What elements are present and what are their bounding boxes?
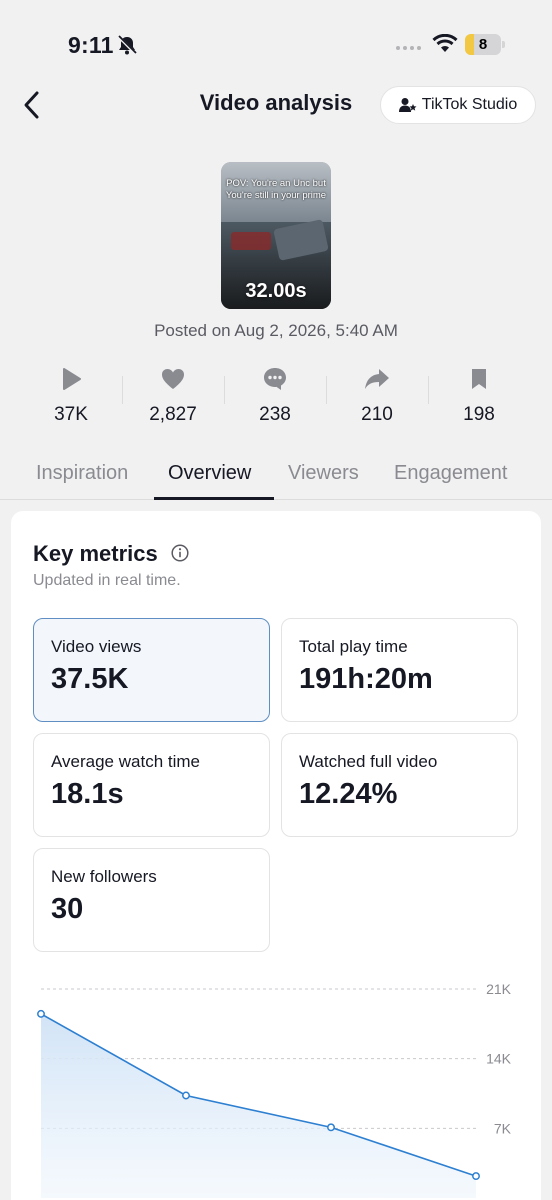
video-duration: 32.00s	[245, 280, 307, 302]
bell-muted-icon	[116, 35, 138, 55]
stat-divider	[122, 376, 123, 404]
wifi-icon	[432, 34, 458, 52]
tab-overview[interactable]: Overview	[168, 462, 251, 485]
stat-bookmarks: 198	[428, 362, 530, 432]
signal-icon	[396, 46, 421, 50]
back-arrow-icon[interactable]	[18, 88, 46, 122]
battery-tip	[502, 41, 505, 48]
stat-comments: 238	[224, 362, 326, 432]
video-caption: POV: You're an Unc but You're still in y…	[225, 178, 327, 201]
stat-value: 198	[463, 404, 495, 425]
stat-value: 210	[361, 404, 393, 425]
stats-row: 37K 2,827 238 210 198	[20, 362, 530, 432]
battery-indicator: 8	[465, 34, 501, 55]
stat-value: 238	[259, 404, 291, 425]
tab-bar: Inspiration Overview Viewers Engagement	[0, 452, 552, 500]
tab-inspiration[interactable]: Inspiration	[36, 462, 128, 485]
metric-video-views[interactable]: Video views 37.5K	[33, 618, 270, 722]
key-metrics-subtitle: Updated in real time.	[33, 572, 181, 589]
info-icon[interactable]	[171, 544, 189, 562]
metric-average-watch-time[interactable]: Average watch time 18.1s	[33, 733, 270, 837]
status-bar: 9:11 8	[0, 0, 552, 90]
chart-y-tick-label: 7K	[494, 1120, 512, 1136]
stat-views: 37K	[20, 362, 122, 432]
stat-likes: 2,827	[122, 362, 224, 432]
metric-value: 12.24%	[299, 778, 398, 810]
key-metrics-card: Key metrics Updated in real time. Video …	[11, 511, 541, 1200]
metric-value: 30	[51, 893, 84, 925]
person-star-icon	[398, 98, 417, 112]
metric-value: 18.1s	[51, 778, 124, 810]
stat-divider	[224, 376, 225, 404]
active-tab-indicator	[154, 497, 274, 500]
chart-area-fill	[41, 1013, 476, 1198]
metric-total-play-time[interactable]: Total play time 191h:20m	[281, 618, 518, 722]
video-views-chart: 21K 14K 7K	[37, 981, 512, 1198]
metric-label: Watched full video	[299, 752, 438, 771]
metric-watched-full-video[interactable]: Watched full video 12.24%	[281, 733, 518, 837]
metric-label: Average watch time	[51, 752, 200, 771]
stat-shares: 210	[326, 362, 428, 432]
tab-viewers[interactable]: Viewers	[288, 462, 359, 485]
metric-new-followers[interactable]: New followers 30	[33, 848, 270, 952]
chart-data-point[interactable]	[37, 1009, 45, 1018]
metric-label: Total play time	[299, 637, 408, 656]
comment-icon	[264, 368, 286, 390]
video-thumbnail[interactable]: POV: You're an Unc but You're still in y…	[221, 162, 331, 309]
share-icon	[365, 369, 389, 389]
stat-value: 2,827	[149, 404, 197, 425]
tab-engagement[interactable]: Engagement	[394, 462, 507, 485]
heart-icon	[162, 369, 184, 389]
posted-date: Posted on Aug 2, 2026, 5:40 AM	[154, 321, 398, 340]
metric-value: 37.5K	[51, 663, 129, 695]
chart-y-tick-label: 21K	[486, 981, 512, 997]
chart-data-point[interactable]	[327, 1123, 335, 1132]
tiktok-studio-button[interactable]: TikTok Studio	[380, 86, 536, 124]
status-time: 9:11	[68, 32, 114, 58]
metric-value: 191h:20m	[299, 663, 433, 695]
key-metrics-title: Key metrics	[33, 541, 158, 566]
chart-y-tick-label: 14K	[486, 1051, 512, 1067]
stat-divider	[326, 376, 327, 404]
metric-label: Video views	[51, 637, 142, 656]
play-icon	[63, 368, 81, 390]
stat-divider	[428, 376, 429, 404]
metric-label: New followers	[51, 867, 157, 886]
bookmark-icon	[472, 369, 486, 389]
chart-data-point[interactable]	[472, 1172, 480, 1181]
tiktok-studio-label: TikTok Studio	[421, 96, 518, 113]
page-title: Video analysis	[199, 90, 353, 115]
stat-value: 37K	[54, 404, 88, 425]
chart-data-point[interactable]	[182, 1091, 190, 1100]
